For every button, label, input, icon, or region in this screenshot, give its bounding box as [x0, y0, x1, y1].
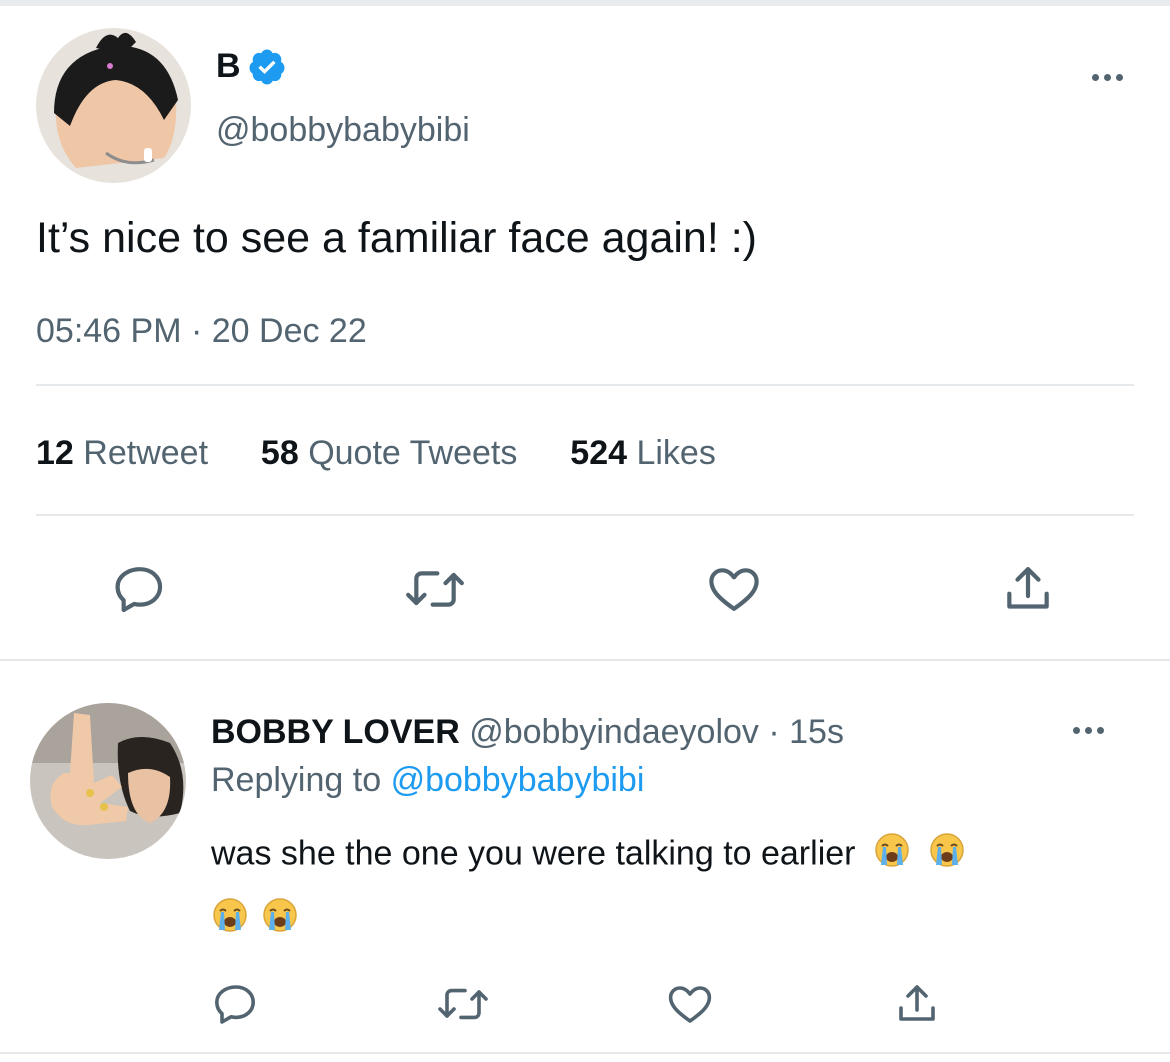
stats-bottom-divider: [36, 514, 1134, 516]
reply-retweet-button[interactable]: [432, 978, 494, 1030]
reply-text-line: was she the one you were talking to earl…: [211, 831, 966, 880]
like-icon: [668, 986, 712, 1023]
reply-author-name[interactable]: BOBBY LOVER: [211, 713, 460, 751]
retweet-count: 12: [36, 434, 74, 472]
reply-header: BOBBY LOVER @bobbyindaeyolov · 15s: [211, 712, 844, 752]
tweet-timestamp[interactable]: 05:46 PM · 20 Dec 22: [36, 311, 367, 351]
like-button[interactable]: [704, 559, 764, 619]
replying-to-prefix: Replying to: [211, 761, 382, 799]
reply-text: was she the one you were talking to earl…: [211, 834, 856, 873]
like-icon: [709, 568, 759, 611]
likes-count: 524: [570, 434, 628, 472]
share-icon: [899, 985, 935, 1021]
retweet-icon: [438, 988, 488, 1020]
verified-badge-icon: [247, 47, 287, 92]
reply-share-button[interactable]: [891, 978, 943, 1030]
reply-handle-time[interactable]: @bobbyindaeyolov · 15s: [469, 713, 844, 751]
retweet-button[interactable]: [400, 559, 470, 619]
crying-face-emoji: [873, 831, 911, 880]
bottom-divider: [0, 1052, 1170, 1054]
likes-label: Likes: [636, 434, 716, 472]
reply-icon: [115, 567, 163, 613]
quote-count: 58: [260, 434, 299, 472]
author-name[interactable]: B: [216, 46, 241, 86]
replying-to: Replying to @bobbybabybibi: [211, 760, 644, 800]
avatar-photo: [36, 28, 191, 183]
tweet-section-divider: [0, 659, 1170, 661]
tweet-stats: 12 Retweet 58 Quote Tweets 524 Likes: [36, 433, 716, 473]
author-avatar[interactable]: [36, 28, 191, 183]
reply-text-line-2: [211, 896, 299, 939]
reply-icon: [215, 985, 255, 1024]
crying-face-emoji: [261, 896, 299, 939]
top-divider: [0, 0, 1170, 6]
reply-avatar[interactable]: [30, 703, 186, 859]
replying-to-handle-link[interactable]: @bobbybabybibi: [391, 761, 645, 799]
reply-like-button[interactable]: [664, 978, 716, 1030]
crying-face-emoji: [211, 896, 249, 939]
quote-stat[interactable]: 58 Quote Tweets: [261, 434, 517, 472]
more-options-icon[interactable]: [1092, 74, 1123, 81]
author-handle[interactable]: @bobbybabybibi: [216, 110, 470, 150]
stats-top-divider: [36, 384, 1134, 386]
retweet-icon: [406, 571, 464, 607]
reply-button[interactable]: [110, 559, 170, 619]
quote-label: Quote Tweets: [308, 434, 518, 472]
share-icon: [1007, 567, 1049, 609]
share-button[interactable]: [998, 559, 1058, 619]
reply-reply-button[interactable]: [210, 978, 262, 1030]
reply-avatar-photo: [30, 703, 186, 859]
likes-stat[interactable]: 524 Likes: [570, 434, 716, 472]
reply-more-options-icon[interactable]: [1073, 727, 1104, 734]
crying-face-emoji: [928, 831, 966, 880]
retweet-stat[interactable]: 12 Retweet: [36, 434, 208, 472]
retweet-label: Retweet: [83, 434, 209, 472]
tweet-text: It’s nice to see a familiar face again! …: [36, 214, 758, 262]
